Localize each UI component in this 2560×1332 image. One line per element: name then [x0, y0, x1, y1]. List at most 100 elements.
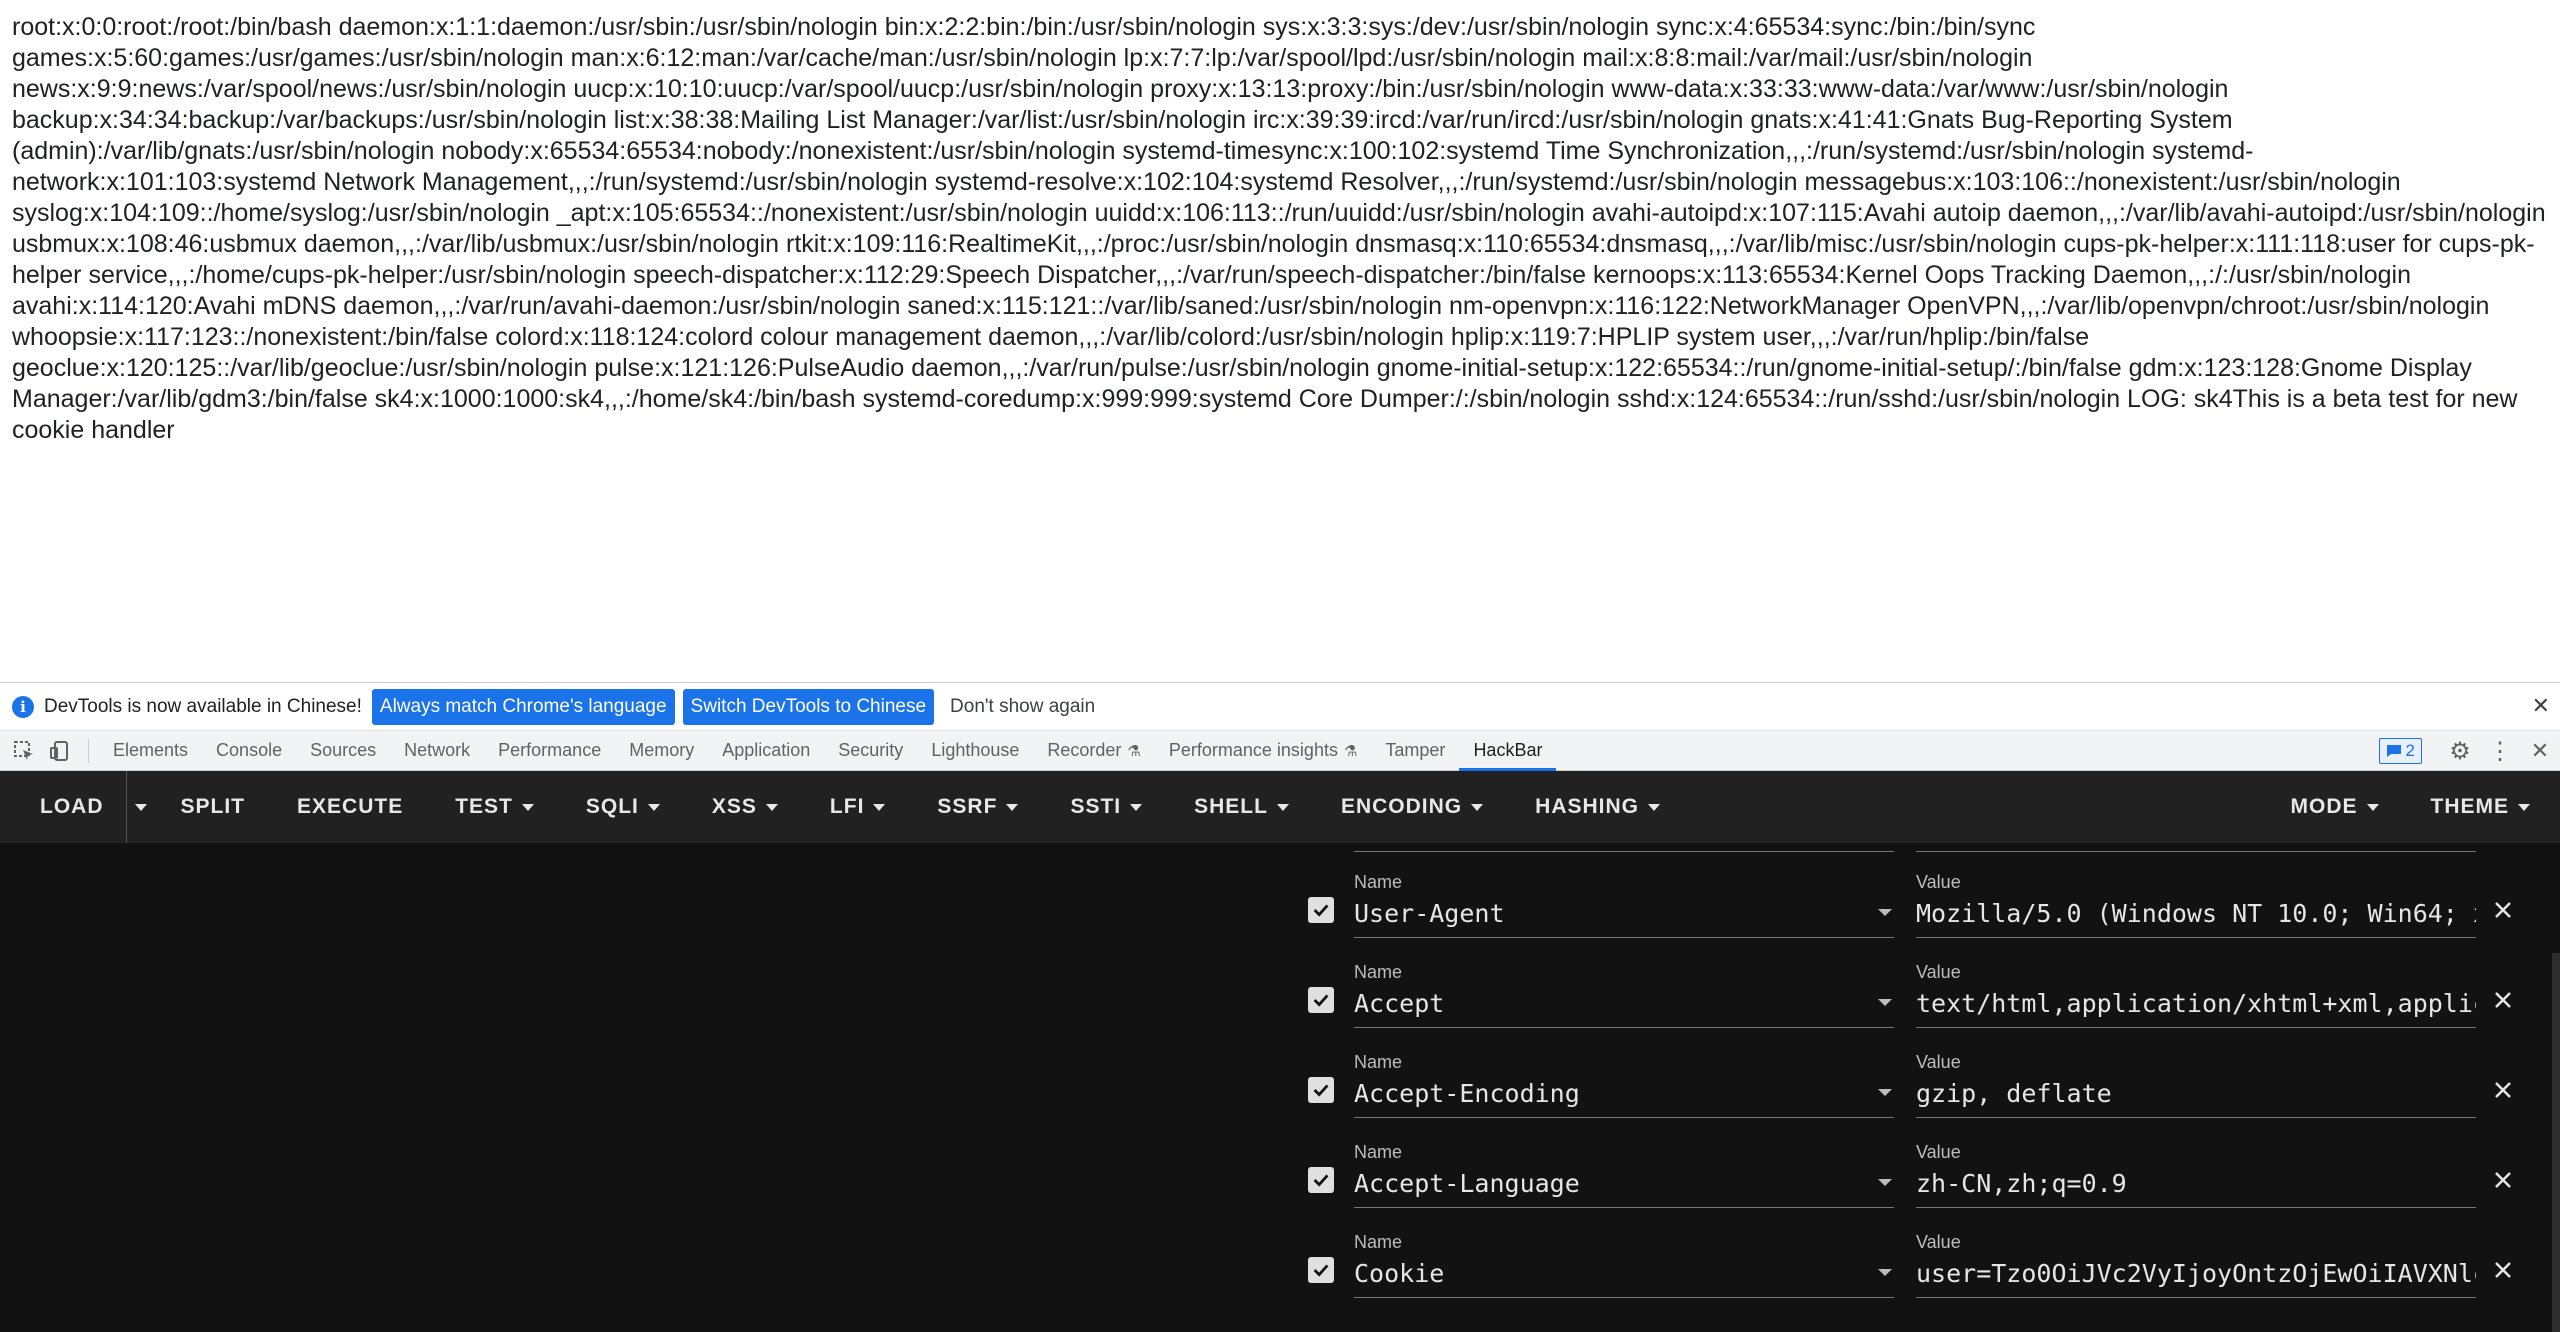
chevron-down-icon [873, 803, 886, 811]
load-options-dropdown[interactable] [125, 771, 155, 843]
tab-console[interactable]: Console [202, 731, 296, 771]
close-icon [2495, 902, 2511, 918]
encoding-menu[interactable]: ENCODING [1315, 771, 1509, 843]
xss-menu[interactable]: XSS [686, 771, 804, 843]
tab-recorder[interactable]: Recorder ⚗ [1033, 731, 1154, 771]
chevron-down-icon[interactable] [1878, 1089, 1892, 1096]
chevron-down-icon [2518, 803, 2530, 811]
switch-to-chinese-button[interactable]: Switch DevTools to Chinese [682, 688, 935, 725]
info-icon: i [12, 695, 34, 718]
header-enabled-checkbox[interactable] [1308, 1077, 1334, 1103]
headers-scrollbar[interactable] [2552, 953, 2560, 1332]
always-match-language-button[interactable]: Always match Chrome's language [371, 688, 675, 725]
header-name-input[interactable]: Accept-Encoding [1354, 1079, 1894, 1108]
tab-elements[interactable]: Elements [99, 731, 202, 771]
header-name-input[interactable]: Accept [1354, 989, 1894, 1018]
close-icon[interactable]: ✕ [2532, 693, 2550, 719]
mode-menu[interactable]: MODE [2265, 771, 2405, 843]
console-messages-badge[interactable]: 2 [2378, 738, 2422, 764]
theme-menu[interactable]: THEME [2405, 771, 2560, 843]
load-button[interactable]: LOAD [0, 771, 126, 843]
delete-header-button[interactable] [2486, 1163, 2520, 1197]
tab-tamper[interactable]: Tamper [1371, 731, 1459, 771]
infobar-message: DevTools is now available in Chinese! [44, 695, 362, 717]
shell-menu[interactable]: SHELL [1168, 771, 1315, 843]
hashing-menu-label: HASHING [1535, 795, 1639, 818]
checkmark-icon [1313, 994, 1329, 1007]
tab-security[interactable]: Security [824, 731, 917, 771]
tabbar-separator [88, 738, 89, 763]
chevron-down-icon[interactable] [1878, 999, 1892, 1006]
close-devtools-icon[interactable]: ✕ [2520, 738, 2560, 764]
header-enabled-checkbox[interactable] [1308, 1167, 1334, 1193]
header-value-input[interactable]: text/html,application/xhtml+xml,applic [1916, 989, 2476, 1018]
header-name-input[interactable]: Accept-Language [1354, 1169, 1894, 1198]
tab-sources[interactable]: Sources [296, 731, 390, 771]
ssti-menu[interactable]: SSTI [1044, 771, 1168, 843]
delete-header-button[interactable] [2486, 983, 2520, 1017]
header-value-input[interactable]: gzip, deflate [1916, 1079, 2476, 1108]
value-label: Value [1916, 1052, 1961, 1072]
chevron-down-icon [1648, 803, 1660, 811]
checkmark-icon [1313, 1174, 1329, 1187]
lfi-menu[interactable]: LFI [804, 771, 912, 843]
header-row: Name Accept-Encoding Value gzip, deflate [1290, 1023, 2560, 1118]
messages-count: 2 [2405, 741, 2415, 760]
delete-header-button[interactable] [2486, 1253, 2520, 1287]
chevron-down-icon [1130, 803, 1143, 811]
header-name-input[interactable]: Cookie [1354, 1259, 1894, 1288]
tab-network[interactable]: Network [390, 731, 484, 771]
header-value-input[interactable]: Mozilla/5.0 (Windows NT 10.0; Win64; x [1916, 899, 2476, 928]
checkmark-icon [1313, 904, 1329, 917]
xss-menu-label: XSS [711, 795, 757, 818]
name-underline [1354, 1297, 1894, 1298]
header-value-input[interactable]: user=Tzo0OiJVc2VyIjoyOntzOjEwOiIAVXNlc [1916, 1259, 2476, 1288]
delete-header-button[interactable] [2486, 893, 2520, 927]
tab-performance-insights-label: Performance insights [1168, 740, 1338, 760]
execute-button[interactable]: EXECUTE [271, 771, 429, 843]
header-name-input[interactable]: User-Agent [1354, 899, 1894, 928]
chevron-down-icon[interactable] [1878, 1269, 1892, 1276]
headers-panel: Name User-Agent Value Mozilla/5.0 (Windo… [1290, 843, 2560, 1332]
hashing-menu[interactable]: HASHING [1509, 771, 1686, 843]
tab-hackbar[interactable]: HackBar [1459, 731, 1557, 771]
inspect-element-icon[interactable] [6, 733, 42, 769]
hackbar-toolbar: LOAD SPLIT EXECUTE TEST SQLI XSS LFI SSR… [0, 771, 2560, 843]
header-row: Name Accept Value text/html,application/… [1290, 933, 2560, 1028]
header-value-input[interactable]: zh-CN,zh;q=0.9 [1916, 1169, 2476, 1198]
value-label: Value [1916, 1142, 1961, 1162]
shell-menu-label: SHELL [1194, 795, 1268, 818]
test-menu[interactable]: TEST [429, 771, 560, 843]
header-enabled-checkbox[interactable] [1308, 1257, 1334, 1283]
dont-show-again-button[interactable]: Don't show again [942, 688, 1104, 725]
delete-header-button[interactable] [2486, 1073, 2520, 1107]
chevron-down-icon[interactable] [1878, 909, 1892, 916]
settings-gear-icon[interactable]: ⚙ [2440, 737, 2480, 766]
more-options-icon[interactable]: ⋮ [2480, 737, 2520, 766]
ssrf-menu-label: SSRF [937, 795, 998, 818]
tab-lighthouse[interactable]: Lighthouse [917, 731, 1033, 771]
ssrf-menu[interactable]: SSRF [911, 771, 1044, 843]
tab-performance[interactable]: Performance [484, 731, 615, 771]
hackbar-request-pane[interactable] [0, 843, 1290, 1332]
tab-memory[interactable]: Memory [615, 731, 708, 771]
value-underline [1916, 1297, 2476, 1298]
header-enabled-checkbox[interactable] [1308, 897, 1334, 923]
name-label: Name [1354, 1052, 1403, 1072]
chevron-down-icon [1471, 803, 1484, 811]
tab-recorder-label: Recorder [1047, 740, 1122, 760]
header-enabled-checkbox[interactable] [1308, 987, 1334, 1013]
name-label: Name [1354, 1232, 1403, 1252]
name-label: Name [1354, 872, 1403, 892]
encoding-menu-label: ENCODING [1340, 795, 1463, 818]
message-icon [2386, 745, 2401, 757]
test-menu-label: TEST [455, 795, 513, 818]
device-toolbar-icon[interactable] [42, 733, 78, 769]
sqli-menu[interactable]: SQLI [560, 771, 686, 843]
ssti-menu-label: SSTI [1070, 795, 1122, 818]
tab-performance-insights[interactable]: Performance insights ⚗ [1155, 731, 1372, 771]
chevron-down-icon[interactable] [1878, 1179, 1892, 1186]
value-label: Value [1916, 962, 1961, 982]
tab-application[interactable]: Application [708, 731, 824, 771]
split-button[interactable]: SPLIT [155, 771, 272, 843]
